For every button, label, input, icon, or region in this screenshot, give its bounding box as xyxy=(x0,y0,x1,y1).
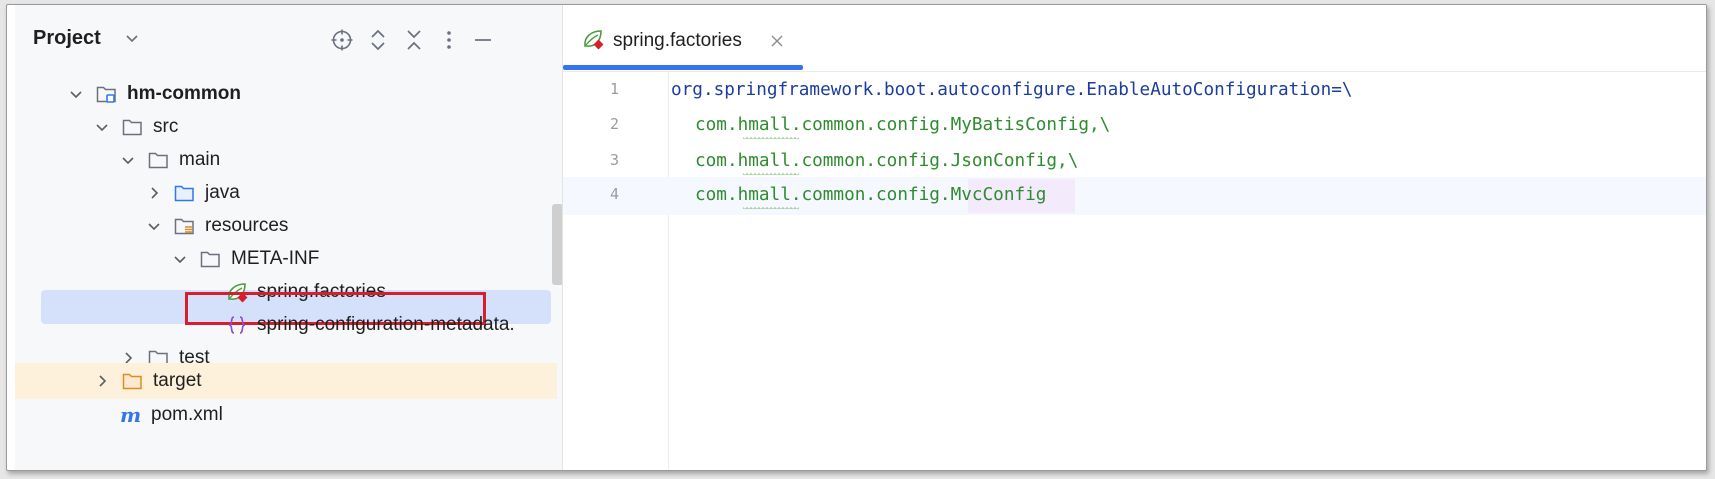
maven-icon: m xyxy=(120,403,141,427)
project-panel-header: Project xyxy=(15,5,562,71)
tree-item-label: resources xyxy=(205,215,289,236)
typo-squiggle xyxy=(743,173,799,176)
tree-item-meta-inf[interactable]: META-INF xyxy=(15,241,555,277)
tree-item-main[interactable]: main xyxy=(15,142,555,178)
chevron-down-icon[interactable] xyxy=(171,250,189,268)
ide-window: Project hm-common src main java resource… xyxy=(6,4,1707,471)
tree-item-spring-configuration-metadata[interactable]: spring-configuration-metadata. xyxy=(15,307,555,343)
tree-item-label: hm-common xyxy=(127,83,241,104)
chevron-down-icon[interactable] xyxy=(145,217,163,235)
svg-text:m: m xyxy=(120,403,141,427)
editor-tab-bar: spring.factories xyxy=(563,5,1706,72)
tree-item-src[interactable]: src xyxy=(15,109,555,145)
resources-folder-icon xyxy=(174,218,194,235)
tree-item-label: main xyxy=(179,149,221,170)
code-text: com.hmall.common.config.JsonConfig,\ xyxy=(695,151,1079,171)
tab-spring-factories[interactable]: spring.factories xyxy=(563,5,803,71)
active-tab-indicator xyxy=(563,65,803,70)
crosshair-icon[interactable] xyxy=(329,27,355,53)
chevron-down-icon[interactable] xyxy=(119,151,137,169)
chevron-down-icon[interactable] xyxy=(93,118,111,136)
collapse-all-icon[interactable] xyxy=(401,27,427,53)
tree-item-target[interactable]: target xyxy=(15,363,557,399)
line-number: 4 xyxy=(609,185,619,203)
typo-squiggle xyxy=(743,207,799,210)
tree-item-label: java xyxy=(205,182,240,203)
line-number: 2 xyxy=(609,115,619,133)
close-icon[interactable] xyxy=(770,34,784,48)
code-text: com.hmall.common.config.MyBatisConfig,\ xyxy=(695,115,1111,135)
tree-item-label: pom.xml xyxy=(151,404,223,425)
folder-icon xyxy=(200,251,220,268)
tree-item-hm-common[interactable]: hm-common xyxy=(15,76,555,112)
excluded-folder-icon xyxy=(122,373,142,390)
tree-item-label: src xyxy=(153,116,179,137)
tab-label: spring.factories xyxy=(613,30,742,51)
json-braces-icon xyxy=(228,316,246,334)
chevron-right-icon[interactable] xyxy=(145,184,163,202)
spring-leaf-icon xyxy=(584,30,604,50)
chevron-right-icon[interactable] xyxy=(93,372,111,390)
project-panel-title[interactable]: Project xyxy=(33,27,101,50)
editor-area: spring.factories 1 org.springframework.b… xyxy=(563,5,1706,470)
line-number: 1 xyxy=(609,80,619,98)
tree-item-java[interactable]: java xyxy=(15,175,555,211)
code-line[interactable]: 3 com.hmall.common.config.JsonConfig,\ xyxy=(563,143,1706,181)
typo-squiggle xyxy=(743,137,799,140)
tree-item-label: spring-configuration-metadata. xyxy=(257,314,515,335)
code-line-current[interactable]: 4 com.hmall.common.config.MvcConfig xyxy=(563,177,1706,215)
tree-item-pom-xml[interactable]: m pom.xml xyxy=(15,397,555,433)
code-text: com.hmall.common.config.MvcConfig xyxy=(695,185,1047,205)
line-number: 3 xyxy=(609,151,619,169)
expand-all-icon[interactable] xyxy=(365,27,391,53)
module-folder-icon xyxy=(96,86,116,103)
chevron-down-icon[interactable] xyxy=(67,85,85,103)
folder-icon xyxy=(122,119,142,136)
tree-item-label: target xyxy=(153,370,202,391)
code-line[interactable]: 2 com.hmall.common.config.MyBatisConfig,… xyxy=(563,107,1706,145)
tree-item-label: META-INF xyxy=(231,248,320,269)
project-tool-window: Project hm-common src main java resource… xyxy=(15,5,563,470)
code-text: org.springframework.boot.autoconfigure.E… xyxy=(671,80,1353,100)
chevron-down-icon[interactable] xyxy=(123,29,141,47)
tree-item-resources[interactable]: resources xyxy=(15,208,555,244)
more-vert-icon[interactable] xyxy=(436,27,462,53)
source-folder-icon xyxy=(174,185,194,202)
code-line[interactable]: 1 org.springframework.boot.autoconfigure… xyxy=(563,72,1706,110)
minimize-icon[interactable] xyxy=(470,27,496,53)
folder-icon xyxy=(148,152,168,169)
